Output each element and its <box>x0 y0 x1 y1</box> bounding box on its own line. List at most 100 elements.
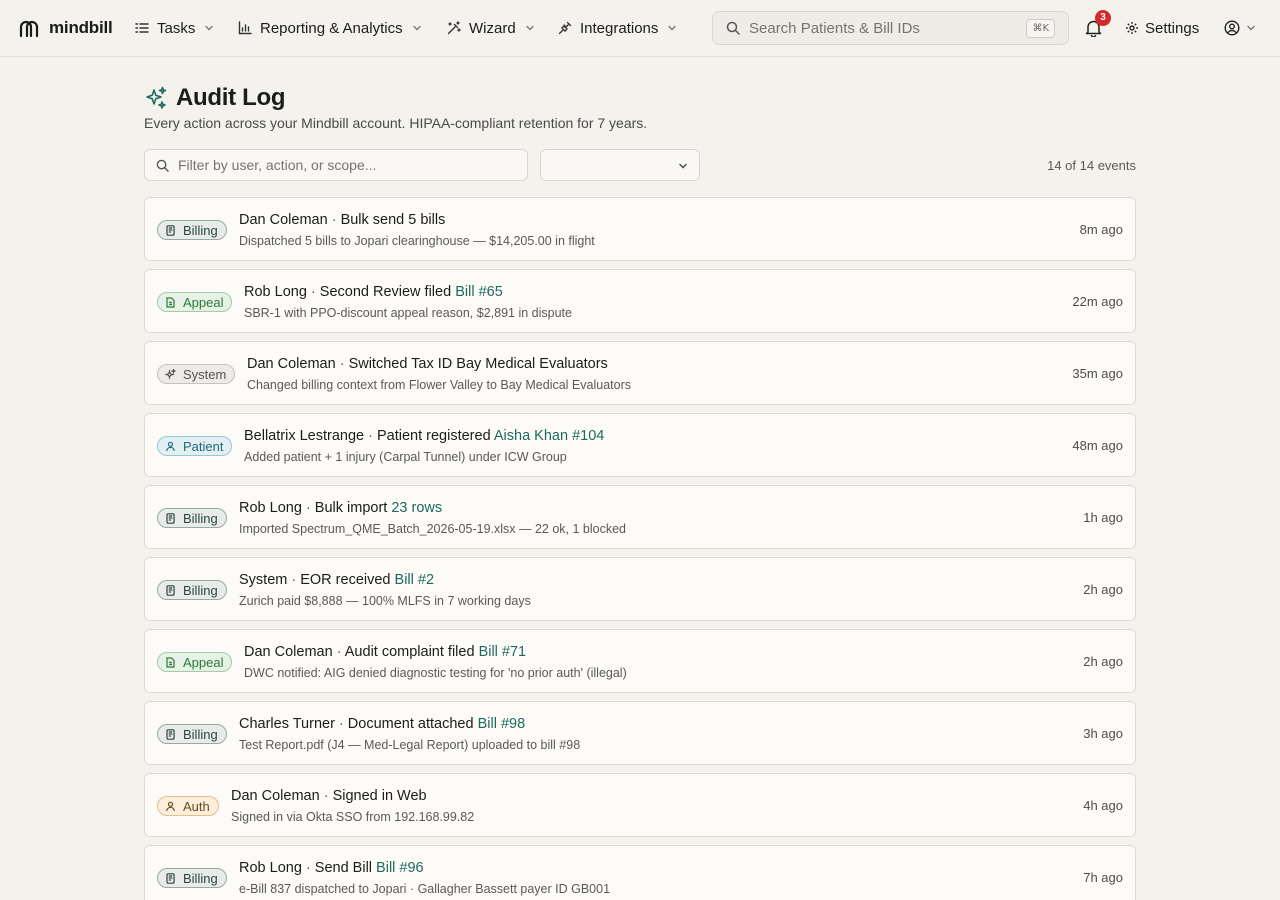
mindbill-logo-icon <box>18 17 40 39</box>
event-summary: System · EOR received Bill #2 <box>239 572 434 588</box>
audit-event-row[interactable]: Appeal Rob Long · Second Review filed Bil… <box>144 269 1136 333</box>
scope-select[interactable] <box>540 149 700 181</box>
category-label: Appeal <box>183 654 224 670</box>
page-subtitle: Every action across your Mindbill accoun… <box>144 115 648 131</box>
category-label: Billing <box>183 726 218 742</box>
audit-event-row[interactable]: Billing Rob Long · Send Bill Bill #96 e-Bi… <box>144 845 1136 900</box>
sparkles-icon <box>144 86 168 110</box>
event-action: Switched Tax ID Bay Medical Evaluators <box>348 356 608 372</box>
event-link[interactable]: 23 rows <box>391 500 442 516</box>
filter-box[interactable] <box>144 149 528 181</box>
category-label: Billing <box>183 510 218 526</box>
audit-event-row[interactable]: System Dan Coleman · Switched Tax ID Bay … <box>144 341 1136 405</box>
category-label: Billing <box>183 582 218 598</box>
event-link[interactable]: Bill #98 <box>478 716 526 732</box>
event-time: 8m ago <box>1079 222 1123 237</box>
top-nav: mindbill Tasks Reporting & Analytics Wiz… <box>0 0 1280 57</box>
event-user: System <box>239 572 288 588</box>
receipt-icon <box>165 224 176 236</box>
category-badge: Auth <box>157 796 219 816</box>
event-detail: Changed billing context from Flower Vall… <box>247 378 631 392</box>
receipt-icon <box>165 584 176 596</box>
document-icon <box>165 296 176 308</box>
category-label: Appeal <box>183 294 224 310</box>
event-action: Second Review filed <box>319 284 452 300</box>
category-label: Billing <box>183 222 218 238</box>
category-badge: Billing <box>157 868 227 888</box>
separator: · <box>332 644 345 660</box>
category-badge: System <box>157 364 236 384</box>
audit-event-row[interactable]: Billing Charles Turner · Document attache… <box>144 701 1136 765</box>
search-input[interactable] <box>749 19 1019 37</box>
event-user: Charles Turner <box>239 716 335 732</box>
brand-logo[interactable]: mindbill <box>18 16 113 40</box>
category-badge: Billing <box>157 580 227 600</box>
audit-event-row[interactable]: Appeal Dan Coleman · Audit complaint file… <box>144 629 1136 693</box>
event-action: Patient registered <box>376 428 491 444</box>
chevron-down-icon <box>667 23 677 33</box>
event-link[interactable]: Bill #96 <box>376 860 424 876</box>
shortcut-hint: ⌘K <box>1026 19 1055 38</box>
separator: · <box>334 716 348 732</box>
audit-event-row[interactable]: Billing System · EOR received Bill #2 Zuri… <box>144 557 1136 621</box>
event-action: Bulk send 5 bills <box>340 212 446 228</box>
category-label: System <box>183 366 227 382</box>
chevron-down-icon <box>1246 23 1256 33</box>
plug-icon <box>558 21 572 35</box>
brand-name: mindbill <box>49 18 113 37</box>
event-user: Rob Long <box>239 860 302 876</box>
category-label: Billing <box>183 870 218 886</box>
audit-event-row[interactable]: Billing Dan Coleman · Bulk send 5 bills Di… <box>144 197 1136 261</box>
event-link[interactable]: Bill #71 <box>479 644 527 660</box>
audit-event-row[interactable]: Patient Bellatrix Lestrange · Patient reg… <box>144 413 1136 477</box>
chevron-down-icon <box>525 23 535 33</box>
event-summary: Bellatrix Lestrange · Patient registered… <box>244 428 604 444</box>
event-detail: Signed in via Okta SSO from 192.168.99.8… <box>231 810 475 824</box>
event-link[interactable]: Aisha Khan #104 <box>494 428 604 444</box>
separator: · <box>364 428 377 444</box>
category-label: Patient <box>183 438 224 454</box>
separator: · <box>335 356 349 372</box>
nav-tasks[interactable]: Tasks <box>135 16 214 40</box>
event-time: 4h ago <box>1083 798 1123 813</box>
chevron-down-icon <box>678 161 688 171</box>
event-detail: e-Bill 837 dispatched to Jopari · Gallag… <box>239 882 611 896</box>
event-action: Send Bill <box>314 860 373 876</box>
bar-chart-icon <box>238 21 252 35</box>
event-detail: DWC notified: AIG denied diagnostic test… <box>244 666 627 680</box>
account-menu[interactable] <box>1224 18 1256 38</box>
audit-event-row[interactable]: Billing Rob Long · Bulk import 23 rows Imp… <box>144 485 1136 549</box>
event-detail: Added patient + 1 injury (Carpal Tunnel)… <box>244 450 567 464</box>
person-icon <box>165 441 176 452</box>
filter-input[interactable] <box>178 157 518 173</box>
category-label: Auth <box>183 798 210 814</box>
event-summary: Dan Coleman · Switched Tax ID Bay Medica… <box>247 356 608 372</box>
global-search[interactable]: ⌘K <box>712 11 1069 45</box>
event-summary: Dan Coleman · Bulk send 5 bills <box>239 212 445 228</box>
category-badge: Appeal <box>157 292 233 312</box>
event-link[interactable]: Bill #65 <box>455 284 503 300</box>
separator: · <box>306 284 320 300</box>
event-time: 48m ago <box>1072 438 1123 453</box>
nav-reporting[interactable]: Reporting & Analytics <box>238 16 422 40</box>
nav-tasks-label: Tasks <box>157 19 196 37</box>
separator: · <box>327 212 341 228</box>
user-circle-icon <box>1224 20 1240 36</box>
event-detail: SBR-1 with PPO-discount appeal reason, $… <box>244 306 572 320</box>
nav-wizard[interactable]: Wizard <box>447 16 535 40</box>
event-time: 3h ago <box>1083 726 1123 741</box>
event-detail: Zurich paid $8,888 — 100% MLFS in 7 work… <box>239 594 531 608</box>
separator: · <box>287 572 301 588</box>
separator: · <box>319 788 333 804</box>
receipt-icon <box>165 512 176 524</box>
settings-button[interactable]: Settings <box>1125 18 1199 38</box>
event-action: Bulk import <box>314 500 388 516</box>
nav-integrations[interactable]: Integrations <box>558 16 677 40</box>
chevron-down-icon <box>204 23 214 33</box>
category-badge: Patient <box>157 436 233 456</box>
search-icon <box>726 21 740 35</box>
event-link[interactable]: Bill #2 <box>395 572 435 588</box>
audit-event-row[interactable]: Auth Dan Coleman · Signed in Web Signed in… <box>144 773 1136 837</box>
event-summary: Rob Long · Bulk import 23 rows <box>239 500 442 516</box>
separator: · <box>301 860 315 876</box>
